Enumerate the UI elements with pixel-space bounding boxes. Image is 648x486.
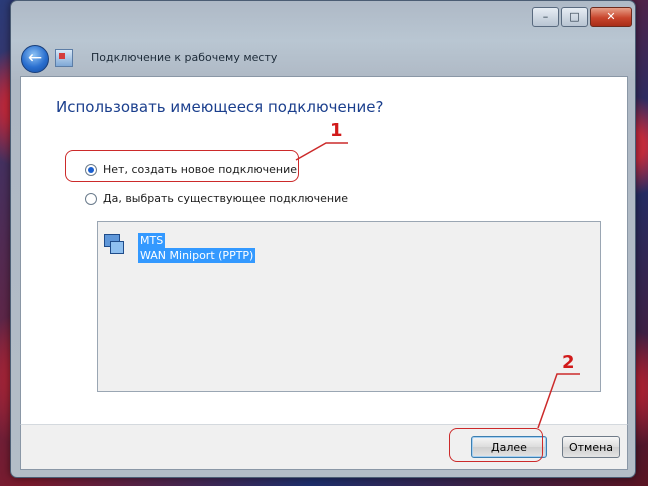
annotation-pointer-lines — [295, 142, 580, 429]
